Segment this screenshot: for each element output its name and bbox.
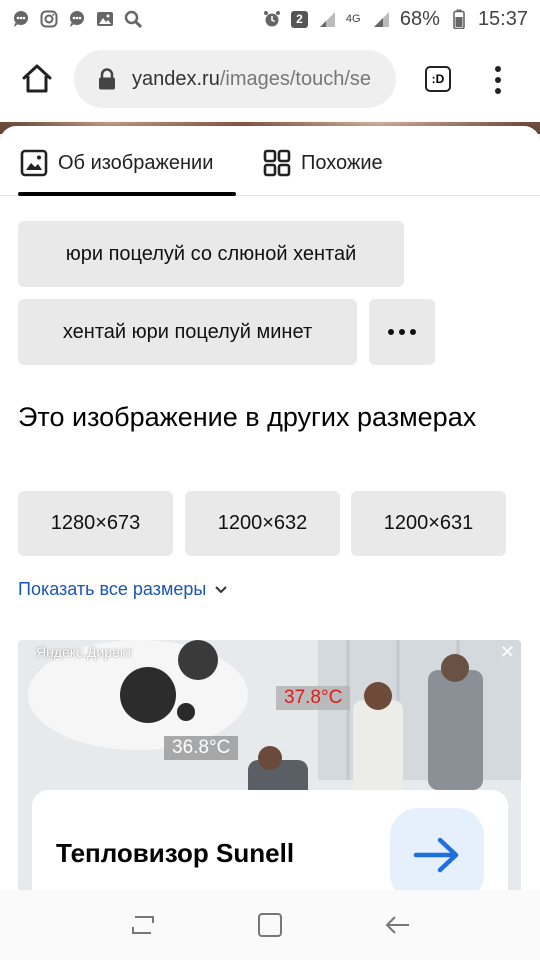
home-nav-button[interactable] <box>250 905 290 945</box>
status-left-icons <box>12 10 142 28</box>
tab-about-image[interactable]: Об изображении <box>20 146 213 180</box>
url-host: yandex.ru <box>132 67 220 90</box>
url-text: yandex.ru/images/touch/se <box>132 68 371 91</box>
home-icon <box>22 64 52 93</box>
more-icon <box>388 329 416 335</box>
menu-dot <box>495 66 501 72</box>
battery-percent: 68% <box>399 7 440 30</box>
search-icon <box>124 10 142 28</box>
signal-icon <box>372 10 390 28</box>
arrow-right-icon <box>413 837 459 873</box>
alarm-icon <box>263 10 281 28</box>
menu-dot <box>495 88 501 94</box>
chat-bubble-icon <box>12 10 30 28</box>
temperature-label: 36.8°C <box>164 736 239 760</box>
menu-dot <box>495 77 501 83</box>
status-right-icons: 2 4G 68% 15:37 <box>263 8 528 31</box>
home-button[interactable] <box>18 60 56 98</box>
related-query-chip[interactable]: юри поцелуй со слюной хентай <box>18 221 404 287</box>
ad-go-button[interactable] <box>390 808 484 890</box>
chat-bubble-icon <box>68 10 86 28</box>
image-icon <box>20 149 48 177</box>
ad-banner[interactable]: Яндекс.Директ ✕ 37.8°C 36.8°C Тепловизор… <box>18 640 521 890</box>
sim-2-icon: 2 <box>290 10 308 28</box>
url-path: /images/touch/se <box>219 67 372 90</box>
close-icon[interactable]: ✕ <box>500 642 515 663</box>
back-arrow-icon <box>385 916 409 934</box>
home-square-icon <box>257 913 282 937</box>
instagram-icon <box>40 10 58 28</box>
image-icon <box>96 10 114 28</box>
recent-apps-button[interactable] <box>123 905 163 945</box>
clock: 15:37 <box>477 7 528 30</box>
tab-similar[interactable]: Похожие <box>263 146 383 180</box>
more-queries-button[interactable] <box>369 299 435 365</box>
ad-title: Тепловизор Sunell <box>56 838 295 868</box>
tab-label: Об изображении <box>58 151 214 174</box>
active-tab-indicator <box>18 192 236 196</box>
tab-switcher-button[interactable]: :D <box>425 66 451 92</box>
browser-toolbar: yandex.ru/images/touch/se :D <box>0 38 540 122</box>
status-bar: 2 4G 68% 15:37 <box>0 0 540 38</box>
show-all-sizes-link[interactable]: Показать все размеры <box>18 579 228 600</box>
size-option[interactable]: 1280×673 <box>18 491 173 556</box>
browser-menu-button[interactable] <box>490 62 506 98</box>
image-info-sheet: Об изображении Похожие юри поцелуй со сл… <box>0 126 540 890</box>
ad-source-label: Яндекс.Директ <box>36 644 133 660</box>
sheet-tabs: Об изображении Похожие <box>0 126 540 196</box>
android-nav-bar <box>0 890 540 960</box>
address-bar[interactable]: yandex.ru/images/touch/se <box>74 50 396 108</box>
show-all-label: Показать все размеры <box>18 579 207 599</box>
back-button[interactable] <box>377 905 417 945</box>
signal-icon <box>318 10 336 28</box>
size-option[interactable]: 1200×631 <box>351 491 506 556</box>
lock-icon <box>99 68 115 90</box>
network-type: 4G <box>345 12 361 25</box>
recent-apps-icon <box>132 916 155 934</box>
related-query-chip[interactable]: хентай юри поцелуй минет <box>18 299 357 365</box>
ad-card[interactable]: Тепловизор Sunell <box>32 790 508 890</box>
size-option[interactable]: 1200×632 <box>185 491 340 556</box>
temperature-label: 37.8°C <box>276 686 351 710</box>
grid-icon <box>263 149 291 177</box>
chevron-down-icon <box>215 585 228 593</box>
tab-label: Похожие <box>301 151 383 174</box>
battery-icon <box>450 9 468 29</box>
other-sizes-heading: Это изображение в других размерах <box>18 402 477 432</box>
